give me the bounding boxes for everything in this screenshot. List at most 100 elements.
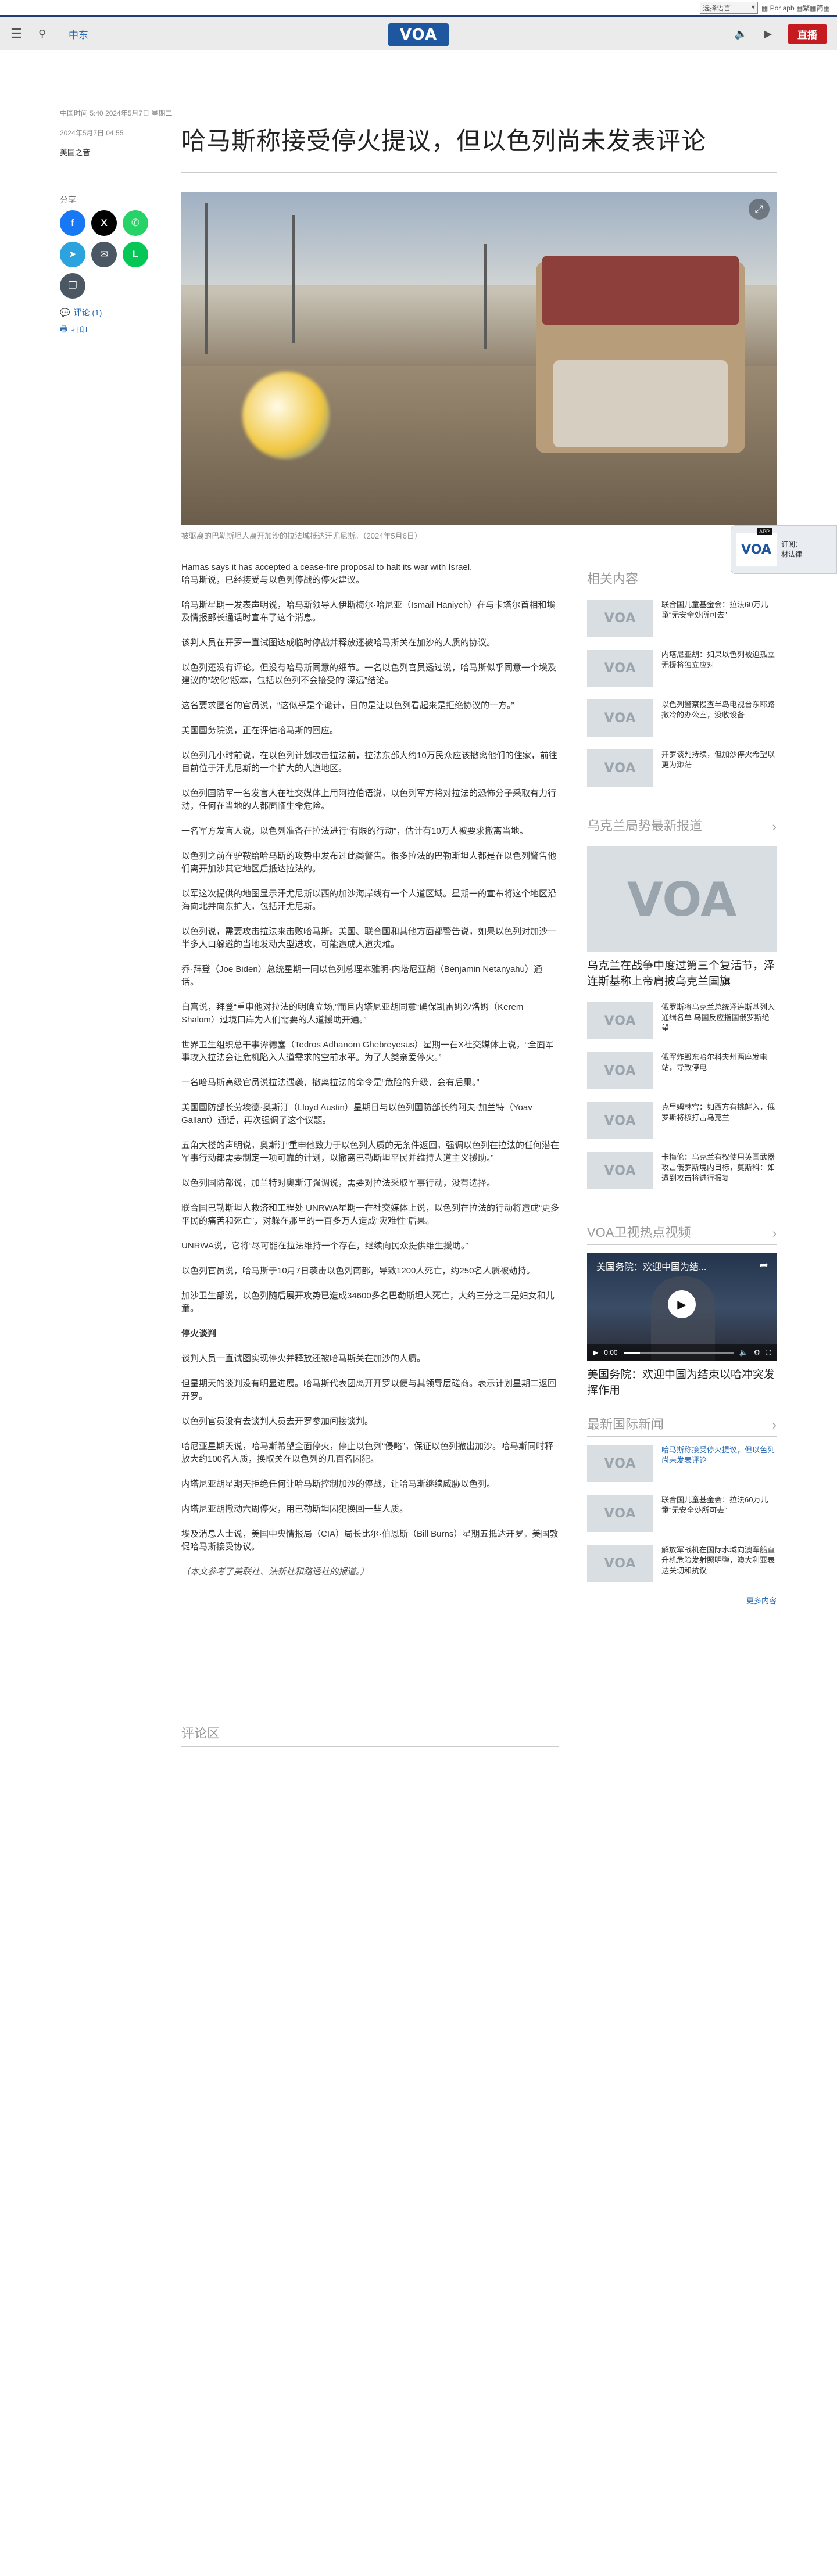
ukraine-item[interactable]: VOA 俄罗斯将乌克兰总统泽连斯基列入通缉名单 乌国反应指国俄罗斯绝望 bbox=[587, 1002, 777, 1039]
paragraph: 该判人员在开罗一直试图达成临时停战并释放还被哈马斯关在加沙的人质的协议。 bbox=[181, 638, 496, 648]
paragraph: 以色列说，需要攻击拉法来击败哈马斯。美国、联合国和其他方面都警告说，如果以色列对… bbox=[181, 927, 557, 949]
app-promo-widget[interactable]: VOA APP 订阅： 材法律 bbox=[731, 525, 837, 574]
paragraph: 以色列官员没有去谈判人员去开罗参加间接谈判。 bbox=[181, 1416, 374, 1426]
fullscreen-icon[interactable]: ⛶ bbox=[766, 1348, 771, 1357]
ukraine-item[interactable]: VOA 卡梅伦：乌克兰有权使用英国武器攻击俄罗斯境内目标，莫斯科：如遭到攻击将进… bbox=[587, 1152, 777, 1189]
search-icon[interactable]: ⚲ bbox=[38, 28, 62, 40]
chevron-right-icon: › bbox=[772, 1226, 777, 1240]
section-subhead: 停火谈判 bbox=[181, 1329, 217, 1339]
volume-icon[interactable]: 🔈 bbox=[739, 1348, 748, 1357]
article-body: Hamas says it has accepted a cease-fire … bbox=[181, 561, 559, 1591]
audio-icon[interactable]: 🔈 bbox=[735, 28, 747, 40]
ukraine-heading-label: 乌克兰局势最新报道 bbox=[587, 819, 703, 833]
x-icon[interactable]: X bbox=[91, 210, 117, 236]
print-link-label: 打印 bbox=[71, 325, 88, 335]
thumb-logo: VOA bbox=[604, 711, 636, 726]
ukraine-item[interactable]: VOA 克里姆林宫：如西方有挑衅入，俄罗斯将核打击乌克兰 bbox=[587, 1102, 777, 1139]
ukraine-feature-title[interactable]: 乌克兰在战争中度过第三个复活节，泽连斯基称上帝肩披乌克兰国旗 bbox=[587, 958, 777, 989]
dateline-local: 中国时间 5:40 2024年5月7日 星期二 bbox=[60, 109, 173, 117]
video-title[interactable]: 美国务院：欢迎中国为结束以哈冲突发挥作用 bbox=[587, 1367, 777, 1398]
hamburger-icon[interactable]: ☰ bbox=[10, 26, 29, 41]
video-icon[interactable]: ▶ bbox=[764, 28, 772, 40]
video-controls: ▶ 0:00 🔈 ⚙ ⛶ bbox=[587, 1344, 777, 1361]
thumbnail: VOA bbox=[587, 1002, 653, 1039]
photo-pole bbox=[205, 203, 208, 354]
print-link[interactable]: 🖶 打印 bbox=[60, 323, 176, 337]
language-links[interactable]: ▦ Por apb ▦繁▦简▦ bbox=[761, 3, 830, 13]
paragraph: 美国国务院说，正在评估哈马斯的回应。 bbox=[181, 726, 339, 736]
byline[interactable]: 美国之音 bbox=[60, 146, 176, 157]
thumbnail: VOA bbox=[587, 1495, 653, 1532]
thumb-logo: VOA bbox=[604, 611, 636, 626]
ukraine-item-title: 俄军炸毁东哈尔科夫州两座发电站，导致停电 bbox=[661, 1053, 768, 1072]
live-button[interactable]: 直播 bbox=[788, 24, 827, 44]
more-link[interactable]: 更多内容 bbox=[587, 1595, 777, 1606]
expand-icon[interactable]: ⤢ bbox=[749, 199, 770, 220]
copy-link-icon[interactable]: ❐ bbox=[60, 273, 85, 299]
thumbnail: VOA bbox=[587, 749, 653, 787]
photo-ball bbox=[242, 372, 330, 459]
intl-item[interactable]: VOA 哈马斯称接受停火提议，但以色列尚未发表评论 bbox=[587, 1445, 777, 1482]
paragraph: 哈马斯星期一发表声明说，哈马斯领导人伊斯梅尔·哈尼亚（Ismail Haniye… bbox=[181, 600, 556, 623]
voa-logo[interactable]: VOA bbox=[388, 23, 449, 46]
paragraph: 内塔尼亚胡星期天拒绝任何让哈马斯控制加沙的停战，让哈马斯继续威胁以色列。 bbox=[181, 1479, 496, 1489]
print-icon: 🖶 bbox=[60, 324, 68, 333]
facebook-icon[interactable]: f bbox=[60, 210, 85, 236]
chevron-right-icon: › bbox=[772, 819, 777, 834]
ukraine-item[interactable]: VOA 俄军炸毁东哈尔科夫州两座发电站，导致停电 bbox=[587, 1052, 777, 1089]
related-item[interactable]: VOA 开罗谈判持续，但加沙停火希望以更为渺茫 bbox=[587, 749, 777, 787]
ukraine-feature-thumbnail[interactable]: VOA bbox=[587, 846, 777, 952]
thumbnail: VOA bbox=[587, 1545, 653, 1582]
intl-item-title: 哈马斯称接受停火提议，但以色列尚未发表评论 bbox=[661, 1445, 775, 1465]
comments-link[interactable]: 💬 评论 (1) bbox=[60, 307, 176, 318]
ukraine-heading[interactable]: 乌克兰局势最新报道 › bbox=[587, 816, 777, 838]
video-progress-track[interactable] bbox=[623, 1351, 734, 1354]
video-overlay-title: 美国务院：欢迎中国为结... bbox=[596, 1262, 707, 1272]
logo-text: VOA bbox=[399, 26, 438, 44]
source-note: （本文参考了美联社、法新社和路透社的报道。） bbox=[181, 1567, 369, 1577]
paragraph: 美国国防部长劳埃德·奥斯汀（Lloyd Austin）星期日与以色列国防部长约阿… bbox=[181, 1103, 532, 1125]
related-item[interactable]: VOA 联合国儿童基金会：拉法60万儿童“无安全处所可去” bbox=[587, 600, 777, 637]
thumbnail: VOA bbox=[587, 600, 653, 637]
paragraph: 以色列国防部说，加兰特对奥斯汀强调说，需要对拉法采取军事行动，没有选择。 bbox=[181, 1178, 496, 1188]
video-player[interactable]: 美国务院：欢迎中国为结... ➦ ▶ ▶ 0:00 🔈 ⚙ ⛶ bbox=[587, 1253, 777, 1361]
share-label: 分享 bbox=[60, 195, 76, 204]
hero-photo: ⤢ bbox=[181, 192, 777, 525]
email-icon[interactable]: ✉ bbox=[91, 242, 117, 267]
photo-caption: 被驱离的巴勒斯坦人离开加沙的拉法城抵达汗尤尼斯。（2024年5月6日） bbox=[181, 532, 422, 540]
photo-pole bbox=[484, 244, 487, 349]
video-section: VOA卫视热点视频 › 美国务院：欢迎中国为结... ➦ ▶ ▶ 0:00 🔈 … bbox=[587, 1222, 777, 1411]
play-small-icon[interactable]: ▶ bbox=[593, 1348, 598, 1357]
thumbnail: VOA bbox=[587, 650, 653, 687]
intl-item[interactable]: VOA 解放军战机在国际水域向澳军船直升机危险发射照明弹，澳大利亚表达关切和抗议 bbox=[587, 1545, 777, 1582]
utility-strip: 选择语言 ▾ ▦ Por apb ▦繁▦简▦ bbox=[0, 0, 837, 15]
intl-item[interactable]: VOA 联合国儿童基金会：拉法60万儿童“无安全处所可去” bbox=[587, 1495, 777, 1532]
paragraph: 这名要求匿名的官员说，“这似乎是个诡计，目的是让以色列看起来是拒绝协议的一方。” bbox=[181, 701, 514, 711]
article-meta: 中国时间 5:40 2024年5月7日 星期二 2024年5月7日 04:55 … bbox=[60, 109, 176, 157]
app-logo: VOA bbox=[736, 533, 777, 566]
comments-link-label: 评论 (1) bbox=[73, 308, 102, 317]
paragraph: 五角大楼的声明说，奥斯汀“重申他致力于以色列人质的无条件返回，强调以色列在拉法的… bbox=[181, 1140, 559, 1163]
chevron-down-icon: ▾ bbox=[751, 2, 755, 11]
settings-icon[interactable]: ⚙ bbox=[754, 1348, 760, 1357]
region-link[interactable]: 中东 bbox=[69, 27, 88, 41]
thumbnail: VOA bbox=[587, 1445, 653, 1482]
ukraine-item-title: 克里姆林宫：如西方有挑衅入，俄罗斯将核打击乌克兰 bbox=[661, 1103, 775, 1122]
ukraine-item-title: 俄罗斯将乌克兰总统泽连斯基列入通缉名单 乌国反应指国俄罗斯绝望 bbox=[661, 1003, 775, 1032]
telegram-icon[interactable]: ➤ bbox=[60, 242, 85, 267]
intl-heading[interactable]: 最新国际新闻 › bbox=[587, 1414, 777, 1437]
paragraph: 埃及消息人士说，美国中央情报局（CIA）局长比尔·伯恩斯（Bill Burns）… bbox=[181, 1529, 559, 1552]
whatsapp-icon[interactable]: ✆ bbox=[123, 210, 148, 236]
thumb-logo: VOA bbox=[604, 760, 636, 776]
related-item[interactable]: VOA 内塔尼亚胡：如果以色列被迫孤立无援将独立应对 bbox=[587, 650, 777, 687]
video-heading[interactable]: VOA卫视热点视频 › bbox=[587, 1222, 777, 1245]
photo-truck-load bbox=[542, 256, 739, 325]
share-icon[interactable]: ➦ bbox=[760, 1259, 768, 1271]
video-time: 0:00 bbox=[604, 1348, 618, 1357]
related-item[interactable]: VOA 以色列警察搜查半岛电视台东耶路撒冷的办公室，没收设备 bbox=[587, 699, 777, 737]
thumbnail: VOA bbox=[587, 1052, 653, 1089]
language-select[interactable]: 选择语言 ▾ bbox=[699, 1, 758, 14]
line-icon[interactable]: L bbox=[123, 242, 148, 267]
play-icon[interactable]: ▶ bbox=[668, 1290, 696, 1318]
related-section: 相关内容 VOA 联合国儿童基金会：拉法60万儿童“无安全处所可去” VOA 内… bbox=[587, 569, 777, 799]
